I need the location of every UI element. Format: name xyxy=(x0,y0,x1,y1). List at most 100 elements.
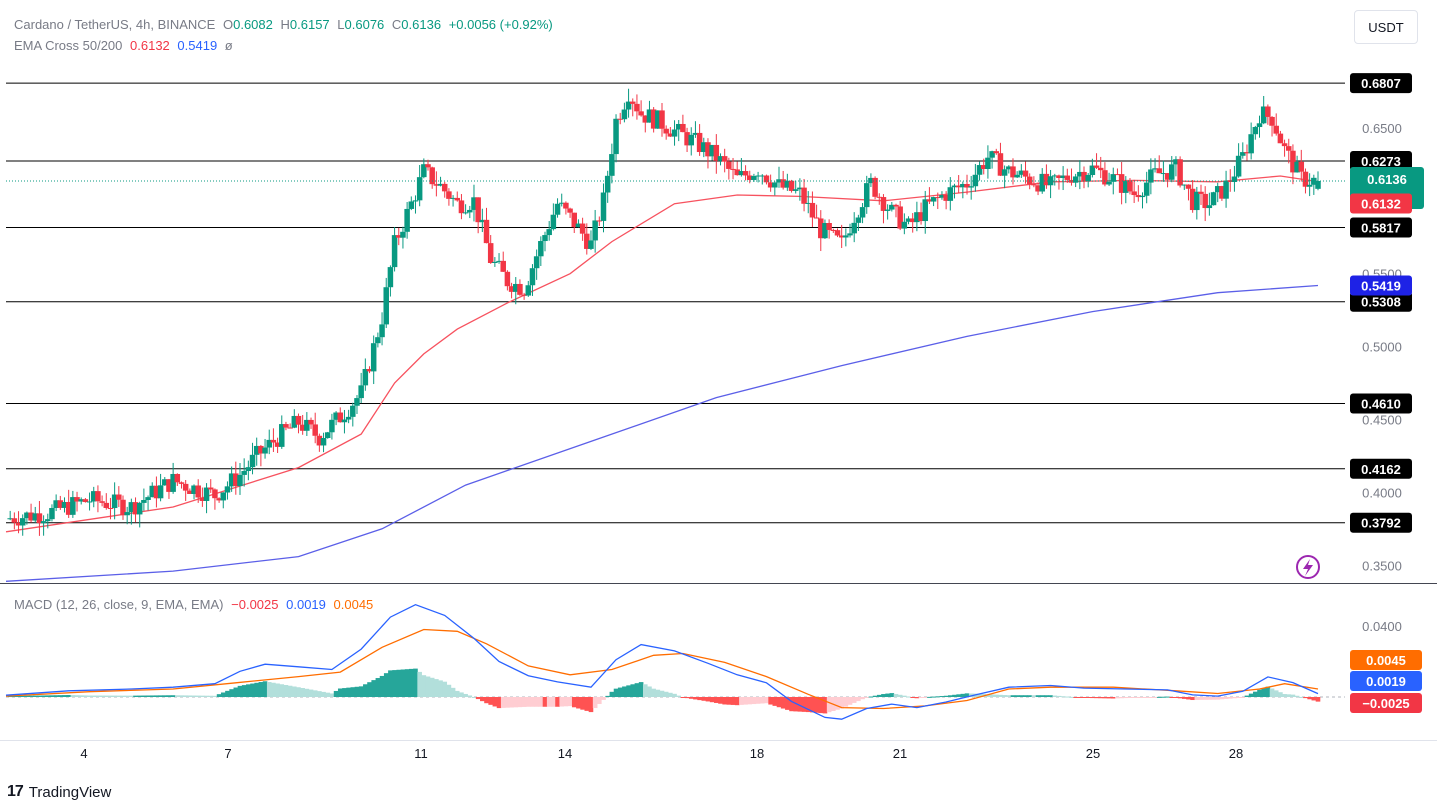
macd-histogram-bar xyxy=(1315,697,1321,702)
candle-body xyxy=(1256,123,1263,128)
tradingview-logo[interactable]: 17 TradingView xyxy=(7,783,111,801)
candle-body xyxy=(354,398,360,406)
candle-body xyxy=(1265,106,1271,117)
ema50-value: 0.6132 xyxy=(130,38,170,53)
macd-histogram-bar xyxy=(576,697,581,709)
candle-body xyxy=(107,507,114,509)
time-axis-tick: 4 xyxy=(80,746,87,761)
candle-body xyxy=(1085,174,1091,182)
macd-histogram-bar xyxy=(1002,695,1007,697)
macd-histogram-bar xyxy=(1207,697,1212,700)
candle-body xyxy=(504,271,511,287)
candle-body xyxy=(446,191,452,199)
candle-body xyxy=(429,167,435,185)
macd-histogram-bar xyxy=(1219,697,1225,700)
macd-histogram-bar xyxy=(58,695,63,697)
macd-histogram-bar xyxy=(948,695,953,697)
macd-histogram-bar xyxy=(1048,695,1053,697)
macd-histogram-bar xyxy=(317,691,322,697)
macd-histogram-bar xyxy=(601,697,606,700)
macd-histogram-bar xyxy=(902,695,907,697)
macd-histogram-bar xyxy=(1165,696,1170,698)
macd-histogram-bar xyxy=(91,695,97,697)
macd-histogram-bar xyxy=(1119,697,1124,699)
macd-histogram-tag: −0.0025 xyxy=(1362,696,1409,711)
macd-histogram-bar xyxy=(1156,696,1162,698)
candle-body xyxy=(270,439,277,443)
macd-histogram-bar xyxy=(1014,695,1020,697)
macd-histogram-bar xyxy=(567,697,573,707)
macd-histogram-bar xyxy=(1039,695,1045,697)
candle-body xyxy=(884,209,891,211)
candle-body xyxy=(441,183,448,192)
tradingview-brand: TradingView xyxy=(28,783,112,801)
macd-histogram-bar xyxy=(1123,697,1129,699)
candle-body xyxy=(116,494,122,500)
candle-body xyxy=(567,208,573,213)
macd-histogram-bar xyxy=(1064,696,1070,698)
macd-histogram-bar xyxy=(99,695,105,697)
price-axis-tick: 0.3500 xyxy=(1362,558,1402,573)
candle-body xyxy=(412,200,419,202)
macd-histogram-bar xyxy=(722,697,727,705)
macd-histogram-bar xyxy=(191,695,197,697)
candle-body xyxy=(751,176,757,180)
macd-histogram-bar xyxy=(162,695,168,697)
macd-histogram-bar xyxy=(66,695,71,697)
macd-histogram-bar xyxy=(789,697,794,712)
candle-body xyxy=(1198,191,1204,194)
candle-body xyxy=(400,231,406,238)
macd-histogram-bar xyxy=(1286,694,1292,697)
ema-legend: EMA Cross 50/200 0.6132 0.5419 ø xyxy=(14,38,237,53)
macd-histogram-bar xyxy=(45,695,51,697)
candle-body xyxy=(136,502,143,515)
open-label: O xyxy=(222,17,234,32)
macd-histogram-bar xyxy=(1127,697,1133,698)
macd-histogram-bar xyxy=(801,697,807,712)
symbol-title: Cardano / TetherUS, 4h, BINANCE xyxy=(14,17,216,32)
macd-histogram-bar xyxy=(617,687,623,697)
macd-histogram-bar xyxy=(634,683,640,697)
low-label: L xyxy=(337,17,345,32)
candle-body xyxy=(1131,191,1137,196)
candle-body xyxy=(542,235,548,242)
macd-histogram-bar xyxy=(943,695,949,697)
macd-histogram-bar xyxy=(1169,697,1175,698)
macd-histogram-bar xyxy=(149,695,155,697)
macd-histogram-bar xyxy=(759,697,765,704)
level-price-tag: 0.6807 xyxy=(1361,76,1401,91)
price-axis-tick: 0.5000 xyxy=(1362,340,1402,355)
macd-histogram-bar xyxy=(551,697,556,707)
macd-histogram-bar xyxy=(1010,695,1016,697)
candle-body xyxy=(11,518,18,523)
macd-histogram-bar xyxy=(1094,697,1099,699)
candle-body xyxy=(1097,167,1104,171)
candle-body xyxy=(308,419,314,425)
candle-body xyxy=(49,507,55,520)
candle-body xyxy=(203,487,210,501)
candle-body xyxy=(45,519,51,522)
macd-histogram-bar xyxy=(910,697,916,698)
macd-histogram-bar xyxy=(768,697,773,705)
candle-body xyxy=(985,157,991,169)
macd-histogram-bar xyxy=(864,697,870,698)
macd-histogram-bar xyxy=(1244,695,1250,697)
macd-histogram-bar xyxy=(1253,691,1258,697)
macd-histogram-bar xyxy=(292,686,297,697)
candle-body xyxy=(855,217,862,223)
currency-button[interactable]: USDT xyxy=(1354,10,1418,44)
candle-body xyxy=(487,243,494,264)
candle-body xyxy=(1281,143,1288,147)
tradingview-mark-icon: 17 xyxy=(7,783,24,800)
candle-body xyxy=(1031,184,1037,186)
macd-histogram-bar xyxy=(1031,695,1037,697)
candle-body xyxy=(801,187,807,204)
candle-body xyxy=(1252,127,1259,135)
macd-histogram-bar xyxy=(1131,697,1137,698)
macd-histogram-bar xyxy=(881,694,886,697)
macd-histogram-bar xyxy=(743,697,748,705)
macd-histogram-bar xyxy=(41,695,46,697)
macd-histogram-bar xyxy=(1223,697,1229,699)
candle-body xyxy=(287,427,293,429)
chart-canvas[interactable]: 0.65000.55000.50000.45000.40000.35004 7 11… xyxy=(0,0,1437,803)
